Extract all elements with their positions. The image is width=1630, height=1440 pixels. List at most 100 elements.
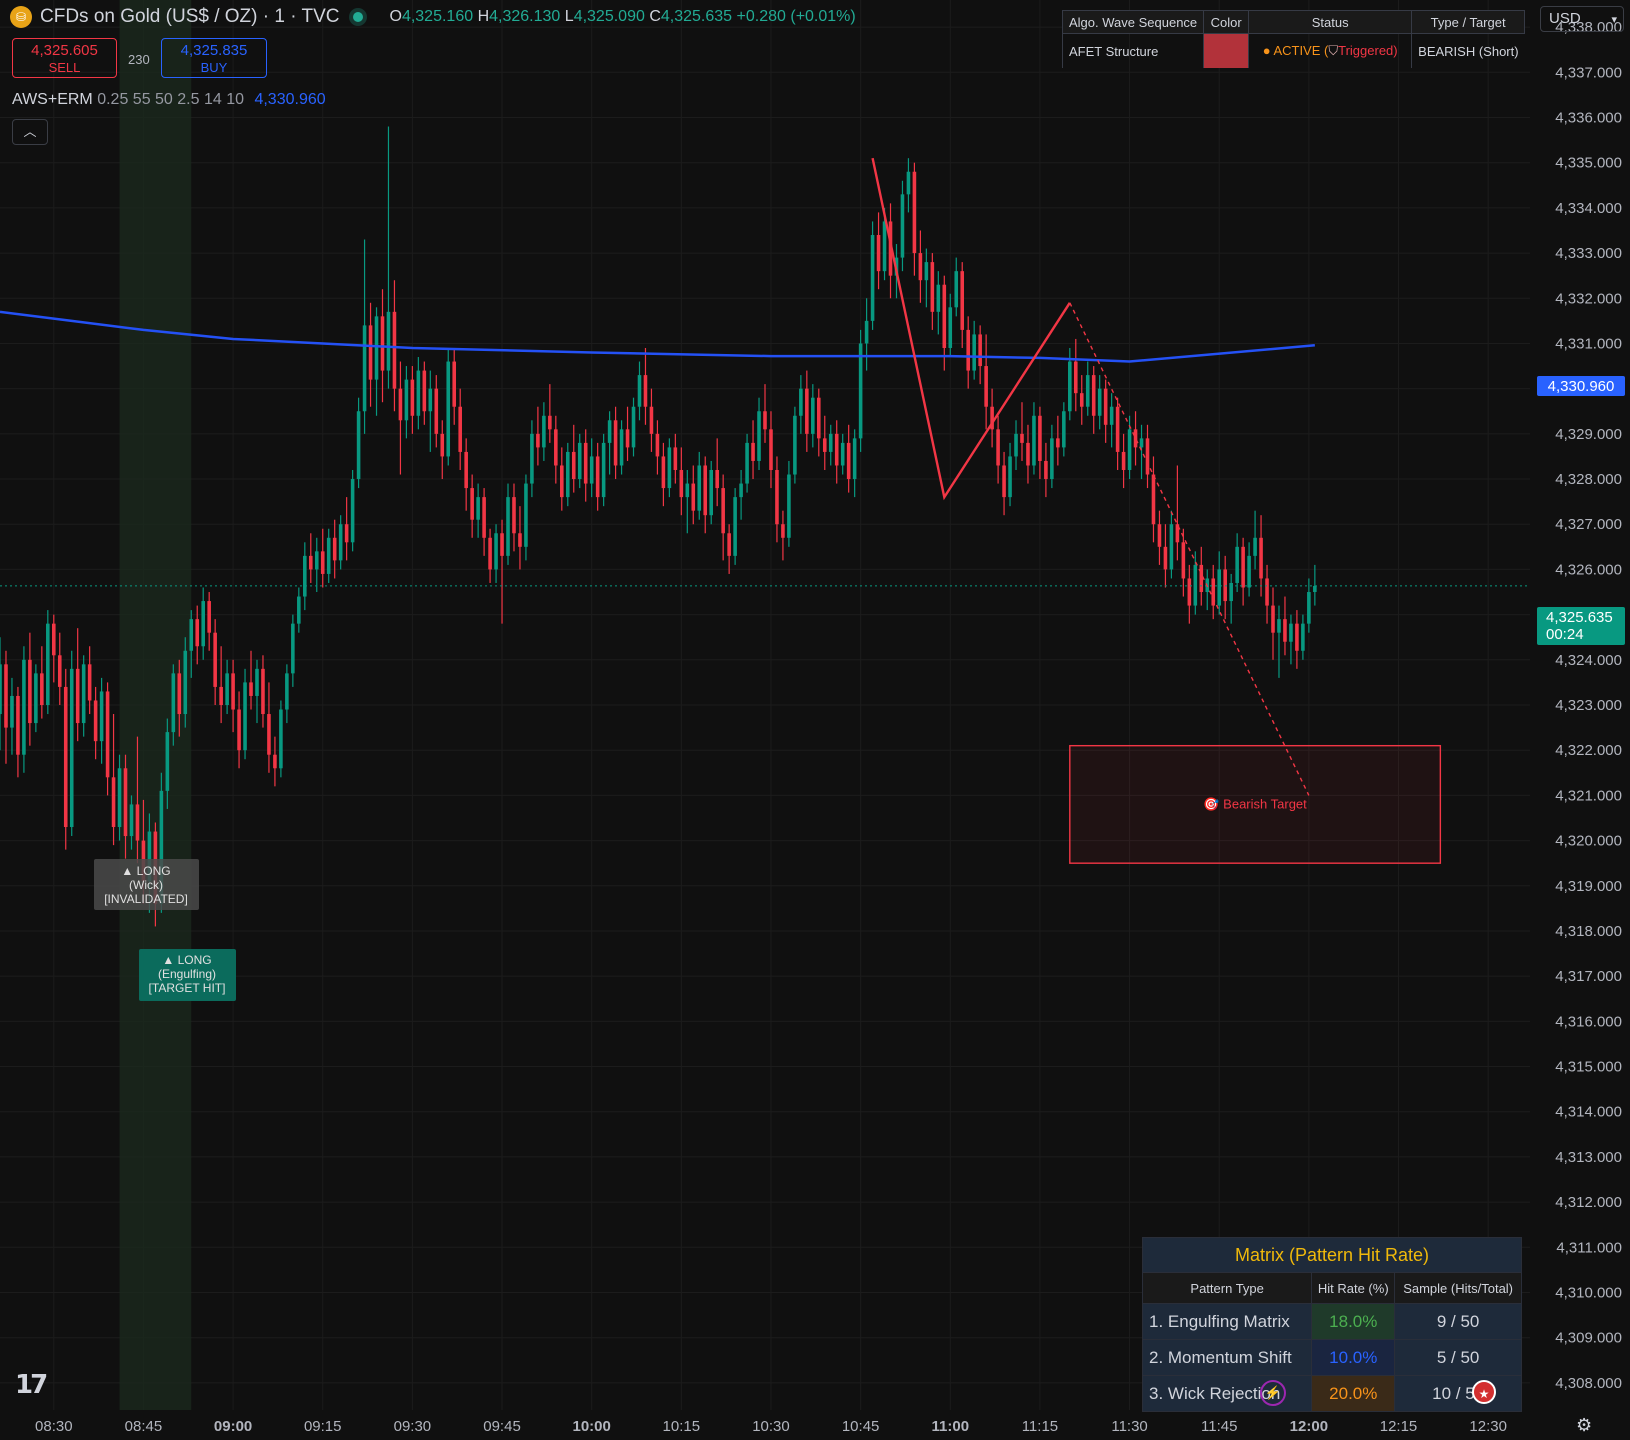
candle-body bbox=[428, 388, 433, 412]
gold-symbol-icon: ⛁ bbox=[10, 6, 32, 28]
candle-body bbox=[1073, 361, 1078, 394]
candle-body bbox=[679, 470, 684, 498]
price-tick-label: 4,315.000 bbox=[1555, 1059, 1622, 1076]
buy-price: 4,325.835 bbox=[180, 42, 248, 59]
candle-body bbox=[954, 271, 959, 308]
candle-body bbox=[733, 497, 737, 556]
wave-header-name: Algo. Wave Sequence bbox=[1061, 10, 1205, 34]
price-tick-label: 4,329.000 bbox=[1555, 426, 1622, 443]
candle-body bbox=[775, 470, 779, 525]
shield-icon: ⛉ bbox=[1328, 43, 1339, 58]
candle-body bbox=[1044, 460, 1048, 480]
indicator-name: AWS+ERM bbox=[12, 91, 93, 108]
candle-body bbox=[697, 465, 702, 511]
candle-body bbox=[996, 429, 1000, 466]
price-tick-label: 4,317.000 bbox=[1555, 968, 1622, 985]
candle-body bbox=[189, 619, 194, 651]
candle-body bbox=[422, 370, 427, 412]
candle-body bbox=[231, 673, 235, 710]
wave-row-status: ● ACTIVE (⛉Triggered) bbox=[1248, 33, 1412, 68]
price-tick-label: 4,318.000 bbox=[1555, 923, 1622, 940]
candle-body bbox=[87, 664, 92, 701]
candle-body bbox=[1085, 375, 1090, 407]
candle-body bbox=[1062, 411, 1066, 448]
candle-body bbox=[243, 682, 247, 751]
candle-body bbox=[177, 673, 182, 715]
time-tick-label: 11:00 bbox=[932, 1418, 970, 1435]
candle-body bbox=[201, 601, 205, 647]
candle-body bbox=[308, 555, 313, 570]
candle-body bbox=[906, 171, 911, 195]
time-tick-label: 08:45 bbox=[125, 1418, 163, 1435]
candle-body bbox=[673, 447, 678, 470]
candle-body bbox=[769, 429, 773, 470]
symbol-title[interactable]: CFDs on Gold (US$ / OZ) · 1 · TVC bbox=[40, 6, 339, 28]
candle-body bbox=[948, 307, 953, 348]
svg-text:(Engulfing): (Engulfing) bbox=[158, 967, 216, 981]
candle-body bbox=[34, 673, 38, 724]
tradingview-logo[interactable]: 17 bbox=[15, 1370, 48, 1400]
long-engulfing-label: ▲ LONG (Engulfing) [TARGET HIT] bbox=[139, 949, 236, 1001]
wave-row-color-swatch bbox=[1203, 33, 1249, 68]
candle-body bbox=[362, 325, 367, 412]
time-tick-label: 09:00 bbox=[214, 1418, 252, 1435]
candle-body bbox=[805, 388, 809, 434]
candle-body bbox=[1032, 415, 1036, 466]
price-tick-label: 4,310.000 bbox=[1555, 1285, 1622, 1302]
candle-body bbox=[876, 235, 881, 272]
settings-gear-icon[interactable]: ⚙ bbox=[1576, 1415, 1592, 1436]
candle-body bbox=[828, 433, 833, 452]
matrix-header-sample: Sample (Hits/Total) bbox=[1394, 1272, 1522, 1304]
candle-body bbox=[63, 686, 68, 828]
symbol-header: ⛁ CFDs on Gold (US$ / OZ) · 1 · TVC O4,3… bbox=[10, 6, 856, 28]
currency-select[interactable]: USD ▾ bbox=[1540, 6, 1624, 32]
candle-body bbox=[81, 664, 86, 724]
candle-body bbox=[1068, 361, 1072, 412]
candle-body bbox=[267, 714, 271, 755]
us-flag-icon[interactable]: ★ bbox=[1472, 1380, 1496, 1404]
collapse-legend-button[interactable]: ︿ bbox=[12, 119, 48, 145]
candle-body bbox=[709, 470, 714, 516]
wave-sequence-table: Algo. Wave Sequence Color Status Type / … bbox=[1061, 10, 1526, 68]
candle-body bbox=[1091, 375, 1096, 416]
candle-body bbox=[506, 497, 510, 556]
svg-text:4,330.960: 4,330.960 bbox=[1548, 378, 1615, 395]
candle-body bbox=[607, 420, 612, 443]
candle-body bbox=[1223, 569, 1227, 602]
candle-body bbox=[446, 361, 451, 457]
lightning-icon[interactable]: ⚡ bbox=[1260, 1380, 1286, 1406]
candle-body bbox=[691, 483, 696, 511]
price-chart[interactable]: 🎯 Bearish Target ▲ LONG (Wick) [INVALIDA… bbox=[0, 0, 1630, 1440]
candle-body bbox=[1283, 619, 1287, 642]
candle-body bbox=[571, 451, 576, 480]
candle-body bbox=[1241, 546, 1245, 588]
candle-body bbox=[864, 320, 869, 344]
price-tick-label: 4,312.000 bbox=[1555, 1194, 1622, 1211]
buy-button[interactable]: 4,325.835 BUY bbox=[161, 38, 267, 78]
time-tick-label: 10:30 bbox=[752, 1418, 790, 1435]
svg-text:(Wick): (Wick) bbox=[129, 878, 163, 892]
candle-body bbox=[129, 804, 134, 837]
candle-body bbox=[183, 650, 188, 715]
time-tick-label: 12:15 bbox=[1380, 1418, 1418, 1435]
candle-body bbox=[285, 673, 289, 710]
wave-header-type: Type / Target bbox=[1411, 10, 1526, 34]
candle-body bbox=[745, 442, 749, 484]
indicator-legend[interactable]: AWS+ERM 0.25 55 50 2.5 14 10 4,330.960 bbox=[12, 91, 326, 109]
candle-body bbox=[10, 695, 14, 728]
candle-body bbox=[721, 488, 725, 534]
sell-button[interactable]: 4,325.605 SELL bbox=[12, 38, 117, 78]
candle-body bbox=[583, 442, 588, 484]
candle-body bbox=[840, 442, 845, 466]
candle-body bbox=[117, 768, 122, 828]
candle-body bbox=[16, 695, 20, 755]
candle-body bbox=[787, 474, 791, 538]
candle-body bbox=[703, 465, 708, 516]
matrix-header-rate: Hit Rate (%) bbox=[1311, 1272, 1396, 1304]
candle-body bbox=[1253, 537, 1257, 556]
svg-text:00:24: 00:24 bbox=[1546, 626, 1584, 643]
matrix-row: 3. Wick Rejection 20.0% 10 / 50 bbox=[1141, 1375, 1522, 1412]
time-tick-label: 10:00 bbox=[572, 1418, 610, 1435]
candle-body bbox=[1217, 569, 1222, 606]
candle-body bbox=[195, 619, 200, 647]
